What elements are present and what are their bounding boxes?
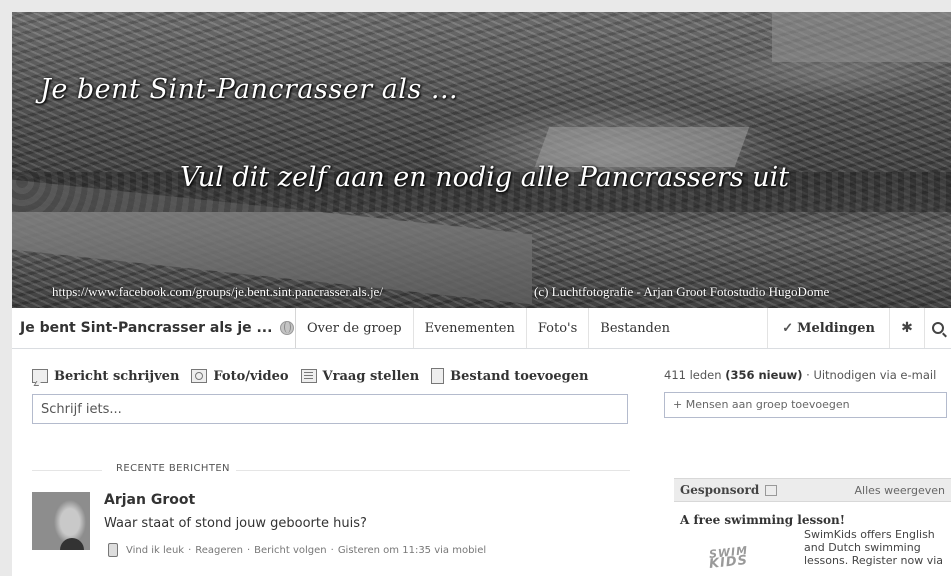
cover-title: Je bent Sint-Pancrasser als ... — [40, 74, 459, 105]
post-meta: Vind ik leuk · Reageren · Bericht volgen… — [104, 543, 486, 557]
separator-dot: · — [330, 544, 334, 556]
ask-question-button[interactable]: Vraag stellen — [300, 368, 420, 384]
post-text: Waar staat of stond jouw geboorte huis? — [104, 516, 367, 531]
notifications-button[interactable]: ✓ Meldingen — [767, 308, 889, 348]
group-name[interactable]: Je bent Sint-Pancrasser als je ... — [12, 320, 295, 336]
sponsored-label: Gesponsord — [680, 483, 760, 497]
ad-logo-line2: KIDS — [708, 552, 750, 573]
photo-video-button[interactable]: Foto/video — [191, 368, 289, 384]
group-name-label: Je bent Sint-Pancrasser als je ... — [20, 320, 273, 336]
see-all-link[interactable]: Alles weergeven — [855, 484, 946, 497]
recent-posts-label: RECENTE BERICHTEN — [102, 463, 236, 474]
members-count[interactable]: 411 leden — [664, 368, 722, 382]
follow-post-link[interactable]: Bericht volgen — [254, 545, 327, 556]
post-author[interactable]: Arjan Groot — [104, 492, 195, 508]
cover-field-shape — [534, 127, 750, 167]
add-file-button[interactable]: Bestand toevoegen — [431, 368, 588, 384]
megaphone-icon — [765, 484, 778, 496]
write-post-label: Bericht schrijven — [54, 368, 180, 384]
separator-dot: · — [188, 544, 192, 556]
post-composer: Bericht schrijven Foto/video Vraag stell… — [32, 368, 632, 424]
cover-field-shape — [772, 12, 951, 62]
question-icon — [300, 369, 317, 383]
reply-link[interactable]: Reageren — [195, 545, 243, 556]
cover-url-text: https://www.facebook.com/groups/je.bent.… — [52, 284, 383, 299]
invite-email-link[interactable]: Uitnodigen via e-mail — [813, 368, 936, 382]
members-line: 411 leden (356 nieuw) · Uitnodigen via e… — [664, 368, 951, 382]
composer-actions: Bericht schrijven Foto/video Vraag stell… — [32, 368, 632, 384]
notifications-label: Meldingen — [797, 320, 875, 336]
group-nav-bar: Je bent Sint-Pancrasser als je ... Over … — [12, 308, 951, 349]
post-timestamp[interactable]: Gisteren om 11:35 via mobiel — [338, 545, 486, 556]
members-new-count: (356 nieuw) — [725, 368, 803, 382]
separator-dot: · — [246, 544, 251, 556]
photo-video-label: Foto/video — [213, 368, 289, 384]
globe-icon — [280, 321, 295, 335]
nav-right-group: ✓ Meldingen ✱ — [767, 308, 951, 348]
photo-icon — [191, 369, 208, 383]
tab-photos[interactable]: Foto's — [525, 308, 588, 348]
recent-posts-divider: RECENTE BERICHTEN — [32, 463, 630, 474]
facebook-group-page: Je bent Sint-Pancrasser als ... Vul dit … — [12, 12, 951, 576]
message-icon — [32, 369, 48, 383]
tab-files[interactable]: Bestanden — [588, 308, 681, 348]
cover-subtitle: Vul dit zelf aan en nodig alle Pancrasse… — [180, 162, 790, 193]
right-column: 411 leden (356 nieuw) · Uitnodigen via e… — [664, 368, 951, 572]
add-people-input[interactable]: + Mensen aan groep toevoegen — [664, 392, 947, 418]
avatar[interactable] — [32, 492, 90, 550]
cover-credit-text: (c) Luchtfotografie - Arjan Groot Fotost… — [534, 284, 830, 299]
check-icon: ✓ — [782, 320, 794, 336]
gear-icon[interactable]: ✱ — [889, 308, 924, 348]
search-icon[interactable] — [924, 308, 951, 348]
like-link[interactable]: Vind ik leuk — [126, 545, 184, 556]
file-icon — [431, 368, 445, 384]
add-file-label: Bestand toevoegen — [450, 368, 589, 384]
separator-dot: · — [806, 368, 810, 382]
tab-events[interactable]: Evenementen — [412, 308, 526, 348]
sponsored-header: Gesponsord Alles weergeven — [674, 478, 951, 502]
tab-about[interactable]: Over de groep — [295, 308, 413, 348]
mobile-phone-icon — [108, 543, 118, 557]
feed-post: Arjan Groot Waar staat of stond jouw geb… — [32, 490, 630, 570]
write-post-button[interactable]: Bericht schrijven — [32, 369, 179, 384]
cover-photo[interactable]: Je bent Sint-Pancrasser als ... Vul dit … — [12, 12, 951, 308]
write-something-input[interactable]: Schrijf iets... — [32, 394, 628, 424]
ad-text: SwimKids offers English and Dutch swimmi… — [804, 528, 943, 567]
ask-question-label: Vraag stellen — [322, 368, 420, 384]
swimkids-logo[interactable]: SWIM KIDS — [684, 538, 774, 576]
ad-title[interactable]: A free swimming lesson! — [680, 513, 845, 527]
